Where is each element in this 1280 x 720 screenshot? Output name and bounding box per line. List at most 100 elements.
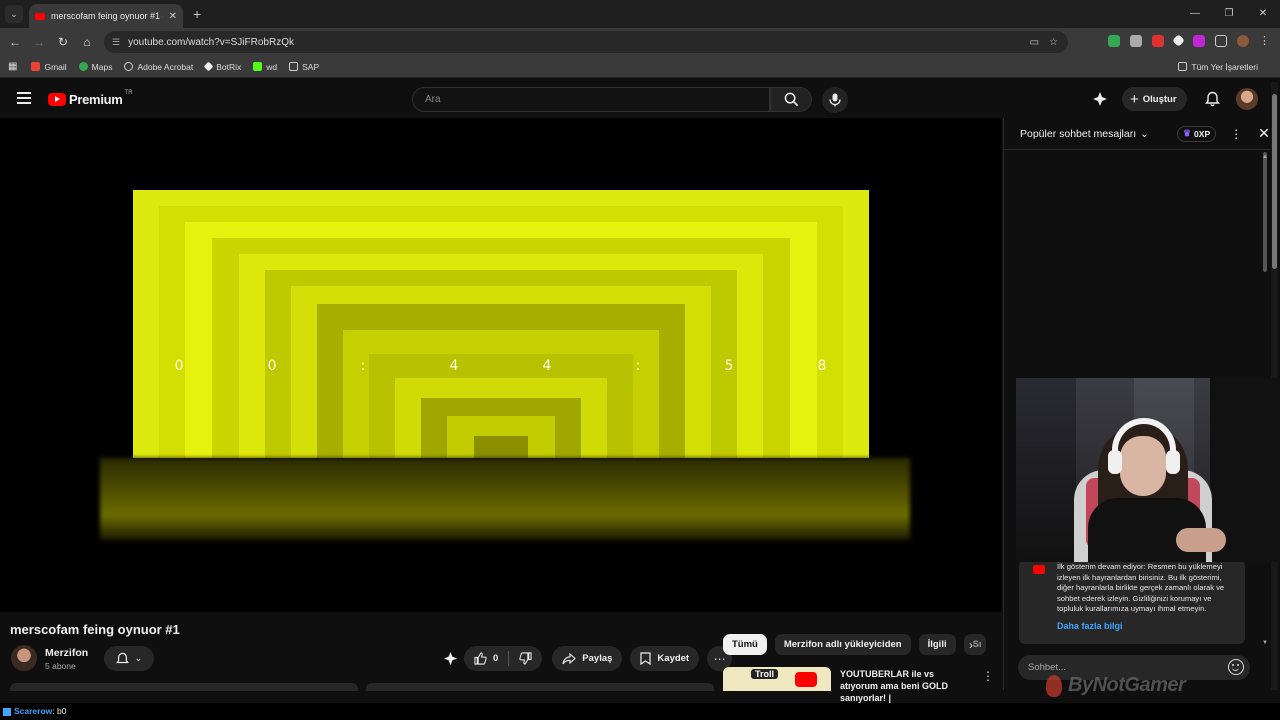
gmail-icon: [31, 62, 41, 71]
crown-icon: ♛: [1182, 128, 1192, 138]
chip-related[interactable]: İlgili: [918, 634, 956, 655]
thumbs-down-icon: [519, 652, 532, 665]
back-button[interactable]: ←: [3, 35, 27, 49]
scroll-down-icon[interactable]: ▼: [1262, 640, 1268, 646]
chat-mode-dropdown[interactable]: Popüler sohbet mesajları ⌄: [1020, 128, 1149, 140]
bookmark-botrix[interactable]: BotRix: [203, 61, 242, 72]
forward-button[interactable]: →: [27, 35, 51, 49]
bookmark-label: BotRix: [216, 61, 242, 72]
share-label: Paylaş: [582, 653, 613, 664]
close-window-button[interactable]: ✕: [1246, 0, 1280, 28]
bookmark-label: Gmail: [44, 61, 67, 72]
chat-more-icon[interactable]: ⋮: [1230, 127, 1242, 141]
like-button[interactable]: 0: [464, 652, 508, 665]
new-tab-button[interactable]: +: [193, 6, 201, 22]
browser-tab-active[interactable]: merscofam feing oynuor #1 - YouTube ✕: [29, 4, 183, 28]
bookmark-maps[interactable]: Maps: [78, 62, 112, 72]
logo-text: Premium: [69, 92, 123, 107]
extension-shield-green-icon[interactable]: [1108, 34, 1120, 47]
channel-avatar[interactable]: [11, 645, 37, 671]
bookmark-label: Adobe Acrobat: [137, 61, 194, 72]
youtube-premium-logo[interactable]: Premium TR: [48, 90, 133, 107]
youtube-logo-icon: [1033, 565, 1045, 574]
learn-more-link[interactable]: Daha fazla bilgi: [1057, 621, 1123, 631]
youtube-logo-icon: [795, 672, 817, 687]
chip-from-uploader[interactable]: Merzifon adlı yükleyiciden: [774, 634, 911, 655]
chevron-right-icon[interactable]: ›: [969, 638, 973, 652]
chevron-down-icon: ⌄: [134, 653, 143, 663]
create-label: Oluştur: [1142, 93, 1177, 105]
sparkle-ask-icon[interactable]: [443, 651, 458, 666]
stream-chat-overlay: Scarerow: b0: [0, 703, 1280, 720]
chat-scrollbar[interactable]: [1263, 152, 1267, 272]
emoji-icon[interactable]: [1228, 659, 1244, 675]
create-button[interactable]: + Oluştur: [1122, 87, 1187, 111]
chat-message: : b0: [52, 706, 67, 716]
account-avatar[interactable]: [1235, 88, 1258, 110]
menu-icon[interactable]: [17, 92, 31, 107]
tab-close-icon[interactable]: ✕: [169, 11, 177, 22]
reload-button[interactable]: ↻: [51, 35, 75, 49]
install-app-icon[interactable]: ▭: [1030, 37, 1039, 48]
home-button[interactable]: ⌂: [75, 35, 99, 49]
chat-header: Popüler sohbet mesajları ⌄ ♛ 0XP ⋮ ✕: [1004, 118, 1271, 150]
browser-menu-icon[interactable]: ⋮: [1259, 34, 1270, 47]
search-input[interactable]: Ara: [412, 87, 770, 112]
more-vertical-icon[interactable]: ⋮: [982, 669, 994, 683]
minimize-button[interactable]: —: [1178, 0, 1212, 28]
botrix-icon: [203, 61, 214, 72]
bookmark-wd[interactable]: wd: [253, 62, 277, 72]
share-arrow-icon: [562, 652, 577, 664]
site-info-icon[interactable]: ☰: [112, 37, 120, 48]
search-button[interactable]: [770, 87, 812, 112]
extension-diamond-icon[interactable]: [1172, 34, 1185, 47]
notice-text: İlk gösterim devam ediyor: Resmen bu yük…: [1057, 562, 1225, 613]
extension-shield-icon[interactable]: [1130, 34, 1142, 47]
shorts-sparkle-icon[interactable]: [1092, 91, 1108, 107]
voice-search-button[interactable]: [822, 87, 848, 113]
address-bar[interactable]: ☰ youtube.com/watch?v=SJiFRobRzQk ▭ ☆: [104, 31, 1068, 53]
watermark-text: ByNotGamer: [1068, 674, 1186, 696]
notifications-bell-icon[interactable]: [1204, 91, 1220, 107]
youtube-favicon-icon: [35, 12, 45, 20]
bookmark-gmail[interactable]: Gmail: [31, 61, 67, 72]
dislike-button[interactable]: [509, 652, 542, 665]
recommended-video-thumbnail[interactable]: Troll: [723, 667, 831, 691]
all-bookmarks[interactable]: Tüm Yer İşaretleri: [1178, 62, 1258, 72]
video-player[interactable]: 0 0 : 4 4 : 5 8: [0, 118, 1002, 612]
xp-badge[interactable]: ♛ 0XP: [1176, 125, 1217, 142]
extensions-puzzle-icon[interactable]: [1215, 34, 1227, 47]
save-button[interactable]: Kaydet: [630, 646, 700, 671]
extension-purple-icon[interactable]: [1193, 34, 1205, 47]
video-actions: 0 Paylaş Kaydet ⋯: [443, 646, 733, 671]
browser-tab-bar: ⌄ merscofam feing oynuor #1 - YouTube ✕ …: [0, 0, 1280, 28]
window-controls: — ❐ ✕: [1178, 0, 1280, 28]
scrollbar-thumb[interactable]: [1272, 94, 1277, 269]
chat-close-icon[interactable]: ✕: [1258, 125, 1270, 142]
chip-all[interactable]: Tümü: [723, 634, 767, 655]
bookmark-label: SAP: [302, 61, 320, 72]
timer-separator: :: [635, 358, 642, 374]
profile-avatar-icon[interactable]: [1237, 34, 1249, 47]
scroll-up-icon[interactable]: ▲: [1262, 154, 1268, 160]
thumbs-up-icon: [474, 652, 487, 665]
plus-icon: +: [1130, 90, 1139, 108]
microphone-icon: [829, 93, 841, 107]
video-title: merscofam feing oynuor #1: [10, 622, 180, 637]
flame-logo-icon: [1046, 674, 1062, 697]
bookmark-adobe-acrobat[interactable]: Adobe Acrobat: [124, 62, 193, 72]
subscription-notifications-button[interactable]: ⌄: [104, 646, 154, 671]
bookmark-sap[interactable]: SAP: [289, 62, 319, 72]
tunnel-center: [474, 436, 528, 458]
recommended-video-title[interactable]: YOUTUBERLAR ile vs atıyorum ama beni GOL…: [840, 668, 970, 704]
share-button[interactable]: Paylaş: [552, 646, 623, 671]
url-text: youtube.com/watch?v=SJiFRobRzQk: [128, 36, 294, 48]
extension-red-icon[interactable]: [1152, 34, 1164, 47]
tab-search-button[interactable]: ⌄: [5, 5, 23, 23]
header-actions: + Oluştur: [1092, 87, 1258, 111]
bookmark-star-icon[interactable]: ☆: [1049, 37, 1058, 48]
apps-grid-icon[interactable]: ▦: [8, 61, 17, 72]
channel-name[interactable]: Merzifon: [45, 647, 88, 659]
maximize-button[interactable]: ❐: [1212, 0, 1246, 28]
chip-more[interactable]: Sı: [963, 634, 986, 655]
